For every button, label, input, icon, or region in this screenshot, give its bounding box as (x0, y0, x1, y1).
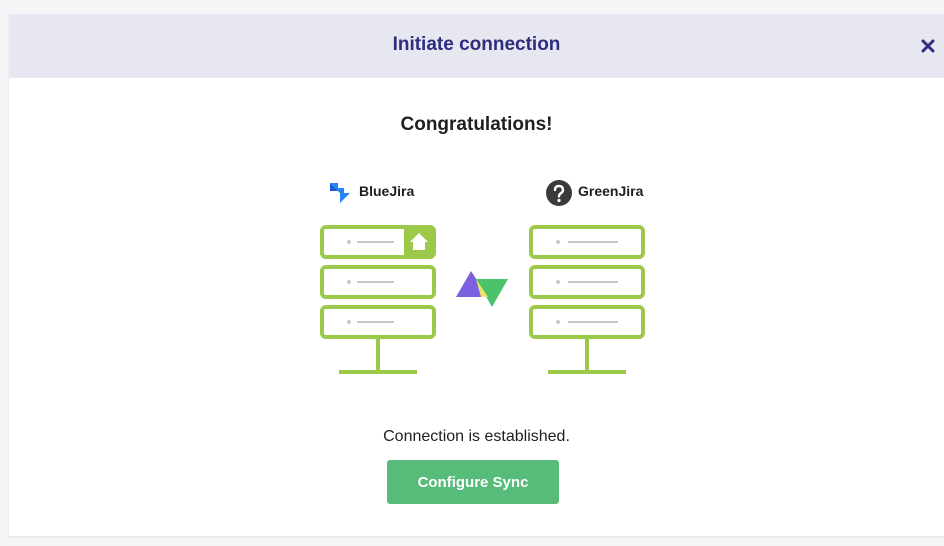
close-button[interactable] (918, 36, 938, 56)
exalate-logo-icon (456, 271, 508, 307)
source-instance-name: BlueJira (359, 183, 415, 199)
initiate-connection-modal: Initiate connection Congratulations! Blu… (9, 14, 944, 536)
question-mark-icon (546, 180, 572, 206)
modal-title: Initiate connection (392, 34, 561, 55)
connection-status-text: Connection is established. (383, 428, 570, 445)
close-icon (921, 39, 935, 53)
connection-illustration: BlueJira GreenJira (299, 174, 659, 374)
modal-header: Initiate connection (9, 14, 944, 78)
target-server-icon (529, 225, 645, 374)
jira-logo-icon (330, 183, 350, 203)
target-instance-name: GreenJira (578, 183, 644, 199)
congratulations-heading: Congratulations! (400, 114, 553, 135)
configure-sync-button[interactable]: Configure Sync (387, 460, 559, 504)
source-server-icon (320, 225, 436, 374)
